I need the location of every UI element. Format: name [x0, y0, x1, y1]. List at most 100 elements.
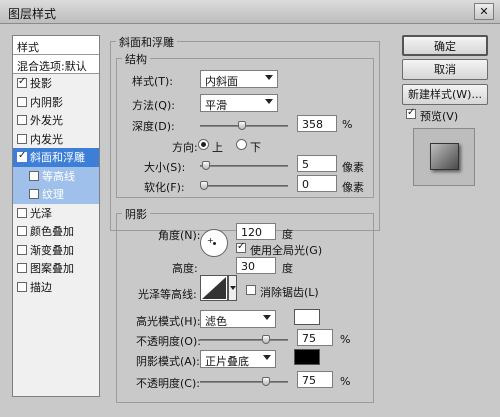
soften-slider-thumb[interactable] [200, 181, 208, 190]
size-slider-thumb[interactable] [202, 161, 210, 170]
sidebar-item-pattern-overlay[interactable]: 图案叠加 [13, 259, 99, 278]
sidebar-blending-options[interactable]: 混合选项:默认 [13, 55, 99, 74]
altitude-unit: 度 [282, 262, 293, 275]
technique-value: 平滑 [205, 99, 227, 112]
contour-checkbox[interactable] [29, 170, 39, 181]
crosshair-icon: + [207, 236, 214, 245]
shadow-opacity-unit: % [340, 375, 351, 388]
chevron-down-icon [265, 75, 273, 80]
sidebar-item-stroke[interactable]: 描边 [13, 278, 99, 297]
preview-bevel-swatch [430, 143, 459, 170]
depth-unit: % [342, 118, 353, 131]
shadow-opacity-thumb[interactable] [262, 377, 270, 386]
bevel-emboss-group-title: 斜面和浮雕 [116, 34, 177, 50]
sidebar-item-label: 纹理 [42, 188, 64, 202]
preview-thumbnail [413, 128, 475, 186]
highlight-mode-dropdown[interactable]: 滤色 [200, 310, 276, 328]
gloss-contour-dropdown[interactable] [228, 275, 237, 301]
preview-checkbox[interactable] [406, 107, 416, 119]
soften-slider[interactable] [200, 181, 288, 190]
outer-glow-checkbox[interactable] [17, 115, 27, 126]
cancel-button[interactable]: 取消 [402, 59, 488, 80]
depth-label: 深度(D): [132, 120, 175, 133]
style-dropdown[interactable]: 内斜面 [200, 70, 278, 88]
global-light-checkbox[interactable] [236, 241, 246, 253]
contour-curve-icon [202, 277, 226, 299]
color-overlay-checkbox[interactable] [17, 226, 27, 237]
sidebar-item-label: 内阴影 [30, 95, 63, 109]
shadow-opacity-input[interactable]: 75 [297, 371, 333, 388]
soften-label: 软化(F): [144, 181, 185, 194]
close-button[interactable]: ✕ [474, 3, 494, 20]
satin-checkbox[interactable] [17, 207, 27, 218]
size-unit: 像素 [342, 161, 364, 174]
stroke-checkbox[interactable] [17, 281, 27, 292]
window-title: 图层样式 [8, 7, 57, 21]
sidebar-item-gradient-overlay[interactable]: 渐变叠加 [13, 241, 99, 260]
inner-shadow-checkbox[interactable] [17, 96, 27, 107]
settings-panel: 斜面和浮雕 结构 样式(T): 内斜面 方法(Q): 平滑 深度(D): 358… [110, 34, 385, 405]
chevron-down-icon [263, 315, 271, 320]
sidebar-item-bevel-emboss[interactable]: 斜面和浮雕 [13, 148, 99, 167]
sidebar-item-inner-glow[interactable]: 内发光 [13, 130, 99, 149]
angle-input[interactable]: 120 [236, 223, 276, 240]
shadow-mode-dropdown[interactable]: 正片叠底 [200, 350, 276, 368]
new-style-button[interactable]: 新建样式(W)... [402, 84, 488, 105]
shadow-opacity-slider[interactable] [200, 377, 288, 386]
sidebar-item-label: 斜面和浮雕 [30, 151, 85, 165]
chevron-down-icon [230, 286, 236, 290]
sidebar-item-color-overlay[interactable]: 颜色叠加 [13, 222, 99, 241]
texture-checkbox[interactable] [29, 189, 39, 200]
shadow-mode-value: 正片叠底 [205, 355, 249, 368]
highlight-opacity-slider[interactable] [200, 335, 288, 344]
highlight-mode-label: 高光模式(H): [136, 315, 201, 328]
shading-group-title: 阴影 [122, 206, 150, 222]
gloss-contour-picker[interactable] [200, 275, 228, 301]
soften-input[interactable]: 0 [297, 175, 337, 192]
sidebar-item-contour[interactable]: 等高线 [13, 166, 99, 185]
altitude-input[interactable]: 30 [236, 257, 276, 274]
sidebar-header-styles[interactable]: 样式 [13, 36, 99, 55]
direction-up-radio[interactable] [198, 139, 209, 150]
shadow-color-swatch[interactable] [294, 349, 320, 365]
ok-button[interactable]: 确定 [402, 35, 488, 56]
angle-label: 角度(N): [158, 229, 201, 242]
direction-down-radio[interactable] [236, 139, 247, 150]
sidebar-item-label: 光泽 [30, 206, 52, 220]
depth-slider-thumb[interactable] [238, 121, 246, 130]
size-slider[interactable] [200, 161, 288, 170]
drop-shadow-checkbox[interactable] [17, 76, 27, 89]
global-light-label: 使用全局光(G) [250, 244, 323, 257]
highlight-opacity-thumb[interactable] [262, 335, 270, 344]
sidebar-item-satin[interactable]: 光泽 [13, 204, 99, 223]
title-bar: 图层样式 ✕ [0, 0, 500, 24]
gloss-contour-label: 光泽等高线: [138, 288, 197, 301]
bevel-emboss-checkbox[interactable] [17, 150, 27, 163]
technique-dropdown[interactable]: 平滑 [200, 94, 278, 112]
style-label: 样式(T): [132, 75, 174, 88]
sidebar-item-label: 颜色叠加 [30, 225, 74, 239]
inner-glow-checkbox[interactable] [17, 133, 27, 144]
sidebar-item-label: 描边 [30, 280, 52, 294]
gradient-overlay-checkbox[interactable] [17, 244, 27, 255]
preview-label: 预览(V) [420, 110, 459, 123]
angle-dial[interactable]: + [200, 229, 228, 257]
depth-input[interactable]: 358 [297, 115, 337, 132]
highlight-color-swatch[interactable] [294, 309, 320, 325]
chevron-down-icon [263, 355, 271, 360]
sidebar-item-label: 等高线 [42, 169, 75, 183]
highlight-opacity-input[interactable]: 75 [297, 329, 333, 346]
sidebar-item-drop-shadow[interactable]: 投影 [13, 74, 99, 93]
sidebar-item-inner-shadow[interactable]: 内阴影 [13, 93, 99, 112]
chevron-down-icon [265, 99, 273, 104]
sidebar-item-label: 投影 [30, 77, 52, 91]
sidebar-item-outer-glow[interactable]: 外发光 [13, 111, 99, 130]
altitude-label: 高度: [172, 262, 198, 275]
pattern-overlay-checkbox[interactable] [17, 263, 27, 274]
size-input[interactable]: 5 [297, 155, 337, 172]
antialias-checkbox[interactable] [246, 285, 256, 295]
depth-slider[interactable] [200, 121, 288, 130]
sidebar-item-texture[interactable]: 纹理 [13, 185, 99, 204]
style-value: 内斜面 [205, 75, 238, 88]
direction-label: 方向: [172, 141, 198, 154]
